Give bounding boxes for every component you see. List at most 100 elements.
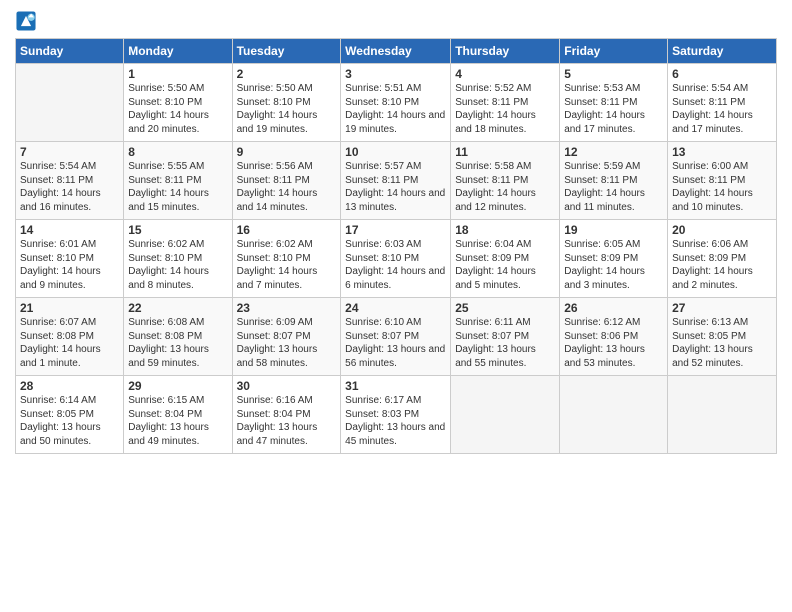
calendar-cell: 13Sunrise: 6:00 AM Sunset: 8:11 PM Dayli…: [668, 142, 777, 220]
day-number: 16: [237, 223, 337, 237]
day-info: Sunrise: 6:13 AM Sunset: 8:05 PM Dayligh…: [672, 316, 772, 370]
calendar-cell: 29Sunrise: 6:15 AM Sunset: 8:04 PM Dayli…: [124, 376, 232, 454]
calendar-cell: 14Sunrise: 6:01 AM Sunset: 8:10 PM Dayli…: [16, 220, 124, 298]
calendar-cell: 20Sunrise: 6:06 AM Sunset: 8:09 PM Dayli…: [668, 220, 777, 298]
day-info: Sunrise: 6:02 AM Sunset: 8:10 PM Dayligh…: [237, 238, 337, 292]
calendar-cell: [451, 376, 560, 454]
calendar-cell: 15Sunrise: 6:02 AM Sunset: 8:10 PM Dayli…: [124, 220, 232, 298]
day-info: Sunrise: 5:55 AM Sunset: 8:11 PM Dayligh…: [128, 160, 227, 214]
day-number: 15: [128, 223, 227, 237]
calendar-cell: 22Sunrise: 6:08 AM Sunset: 8:08 PM Dayli…: [124, 298, 232, 376]
calendar-cell: 10Sunrise: 5:57 AM Sunset: 8:11 PM Dayli…: [341, 142, 451, 220]
calendar-table: SundayMondayTuesdayWednesdayThursdayFrid…: [15, 38, 777, 454]
day-info: Sunrise: 6:16 AM Sunset: 8:04 PM Dayligh…: [237, 394, 337, 448]
calendar-cell: 6Sunrise: 5:54 AM Sunset: 8:11 PM Daylig…: [668, 64, 777, 142]
calendar-cell: 24Sunrise: 6:10 AM Sunset: 8:07 PM Dayli…: [341, 298, 451, 376]
day-number: 31: [345, 379, 446, 393]
weekday-header-sunday: Sunday: [16, 39, 124, 64]
day-number: 27: [672, 301, 772, 315]
day-number: 3: [345, 67, 446, 81]
day-number: 29: [128, 379, 227, 393]
day-info: Sunrise: 6:11 AM Sunset: 8:07 PM Dayligh…: [455, 316, 555, 370]
day-info: Sunrise: 5:50 AM Sunset: 8:10 PM Dayligh…: [128, 82, 227, 136]
week-row-3: 14Sunrise: 6:01 AM Sunset: 8:10 PM Dayli…: [16, 220, 777, 298]
day-number: 9: [237, 145, 337, 159]
day-info: Sunrise: 6:10 AM Sunset: 8:07 PM Dayligh…: [345, 316, 446, 370]
page-header: [15, 10, 777, 32]
calendar-cell: 1Sunrise: 5:50 AM Sunset: 8:10 PM Daylig…: [124, 64, 232, 142]
day-number: 26: [564, 301, 663, 315]
calendar-cell: 26Sunrise: 6:12 AM Sunset: 8:06 PM Dayli…: [560, 298, 668, 376]
calendar-cell: 3Sunrise: 5:51 AM Sunset: 8:10 PM Daylig…: [341, 64, 451, 142]
calendar-cell: 8Sunrise: 5:55 AM Sunset: 8:11 PM Daylig…: [124, 142, 232, 220]
day-info: Sunrise: 5:57 AM Sunset: 8:11 PM Dayligh…: [345, 160, 446, 214]
day-number: 24: [345, 301, 446, 315]
day-info: Sunrise: 5:52 AM Sunset: 8:11 PM Dayligh…: [455, 82, 555, 136]
calendar-cell: [560, 376, 668, 454]
calendar-cell: [668, 376, 777, 454]
weekday-header-wednesday: Wednesday: [341, 39, 451, 64]
day-info: Sunrise: 5:54 AM Sunset: 8:11 PM Dayligh…: [20, 160, 119, 214]
day-info: Sunrise: 6:14 AM Sunset: 8:05 PM Dayligh…: [20, 394, 119, 448]
weekday-header-saturday: Saturday: [668, 39, 777, 64]
day-info: Sunrise: 6:07 AM Sunset: 8:08 PM Dayligh…: [20, 316, 119, 370]
calendar-cell: 4Sunrise: 5:52 AM Sunset: 8:11 PM Daylig…: [451, 64, 560, 142]
day-number: 18: [455, 223, 555, 237]
day-info: Sunrise: 6:03 AM Sunset: 8:10 PM Dayligh…: [345, 238, 446, 292]
weekday-header-tuesday: Tuesday: [232, 39, 341, 64]
day-number: 13: [672, 145, 772, 159]
day-number: 8: [128, 145, 227, 159]
day-info: Sunrise: 5:56 AM Sunset: 8:11 PM Dayligh…: [237, 160, 337, 214]
calendar-cell: 5Sunrise: 5:53 AM Sunset: 8:11 PM Daylig…: [560, 64, 668, 142]
day-info: Sunrise: 5:51 AM Sunset: 8:10 PM Dayligh…: [345, 82, 446, 136]
day-info: Sunrise: 6:12 AM Sunset: 8:06 PM Dayligh…: [564, 316, 663, 370]
day-number: 7: [20, 145, 119, 159]
day-info: Sunrise: 6:02 AM Sunset: 8:10 PM Dayligh…: [128, 238, 227, 292]
day-number: 23: [237, 301, 337, 315]
logo: [15, 10, 39, 32]
calendar-cell: 28Sunrise: 6:14 AM Sunset: 8:05 PM Dayli…: [16, 376, 124, 454]
day-info: Sunrise: 6:01 AM Sunset: 8:10 PM Dayligh…: [20, 238, 119, 292]
weekday-header-row: SundayMondayTuesdayWednesdayThursdayFrid…: [16, 39, 777, 64]
weekday-header-monday: Monday: [124, 39, 232, 64]
day-number: 25: [455, 301, 555, 315]
day-info: Sunrise: 5:54 AM Sunset: 8:11 PM Dayligh…: [672, 82, 772, 136]
day-info: Sunrise: 6:05 AM Sunset: 8:09 PM Dayligh…: [564, 238, 663, 292]
day-info: Sunrise: 6:06 AM Sunset: 8:09 PM Dayligh…: [672, 238, 772, 292]
day-info: Sunrise: 6:17 AM Sunset: 8:03 PM Dayligh…: [345, 394, 446, 448]
calendar-cell: 9Sunrise: 5:56 AM Sunset: 8:11 PM Daylig…: [232, 142, 341, 220]
day-number: 30: [237, 379, 337, 393]
calendar-cell: 16Sunrise: 6:02 AM Sunset: 8:10 PM Dayli…: [232, 220, 341, 298]
day-info: Sunrise: 6:04 AM Sunset: 8:09 PM Dayligh…: [455, 238, 555, 292]
day-number: 22: [128, 301, 227, 315]
calendar-cell: 21Sunrise: 6:07 AM Sunset: 8:08 PM Dayli…: [16, 298, 124, 376]
day-info: Sunrise: 6:09 AM Sunset: 8:07 PM Dayligh…: [237, 316, 337, 370]
calendar-cell: 31Sunrise: 6:17 AM Sunset: 8:03 PM Dayli…: [341, 376, 451, 454]
week-row-5: 28Sunrise: 6:14 AM Sunset: 8:05 PM Dayli…: [16, 376, 777, 454]
day-number: 21: [20, 301, 119, 315]
day-info: Sunrise: 5:53 AM Sunset: 8:11 PM Dayligh…: [564, 82, 663, 136]
day-info: Sunrise: 6:00 AM Sunset: 8:11 PM Dayligh…: [672, 160, 772, 214]
calendar-cell: 12Sunrise: 5:59 AM Sunset: 8:11 PM Dayli…: [560, 142, 668, 220]
calendar-cell: 25Sunrise: 6:11 AM Sunset: 8:07 PM Dayli…: [451, 298, 560, 376]
day-number: 20: [672, 223, 772, 237]
calendar-cell: 27Sunrise: 6:13 AM Sunset: 8:05 PM Dayli…: [668, 298, 777, 376]
day-number: 6: [672, 67, 772, 81]
day-number: 28: [20, 379, 119, 393]
calendar-cell: [16, 64, 124, 142]
logo-icon: [15, 10, 37, 32]
week-row-2: 7Sunrise: 5:54 AM Sunset: 8:11 PM Daylig…: [16, 142, 777, 220]
calendar-cell: 19Sunrise: 6:05 AM Sunset: 8:09 PM Dayli…: [560, 220, 668, 298]
day-number: 4: [455, 67, 555, 81]
day-info: Sunrise: 5:59 AM Sunset: 8:11 PM Dayligh…: [564, 160, 663, 214]
calendar-cell: 7Sunrise: 5:54 AM Sunset: 8:11 PM Daylig…: [16, 142, 124, 220]
day-number: 2: [237, 67, 337, 81]
calendar-cell: 2Sunrise: 5:50 AM Sunset: 8:10 PM Daylig…: [232, 64, 341, 142]
day-number: 19: [564, 223, 663, 237]
day-info: Sunrise: 6:15 AM Sunset: 8:04 PM Dayligh…: [128, 394, 227, 448]
day-info: Sunrise: 5:50 AM Sunset: 8:10 PM Dayligh…: [237, 82, 337, 136]
weekday-header-thursday: Thursday: [451, 39, 560, 64]
day-number: 5: [564, 67, 663, 81]
calendar-cell: 18Sunrise: 6:04 AM Sunset: 8:09 PM Dayli…: [451, 220, 560, 298]
day-number: 1: [128, 67, 227, 81]
